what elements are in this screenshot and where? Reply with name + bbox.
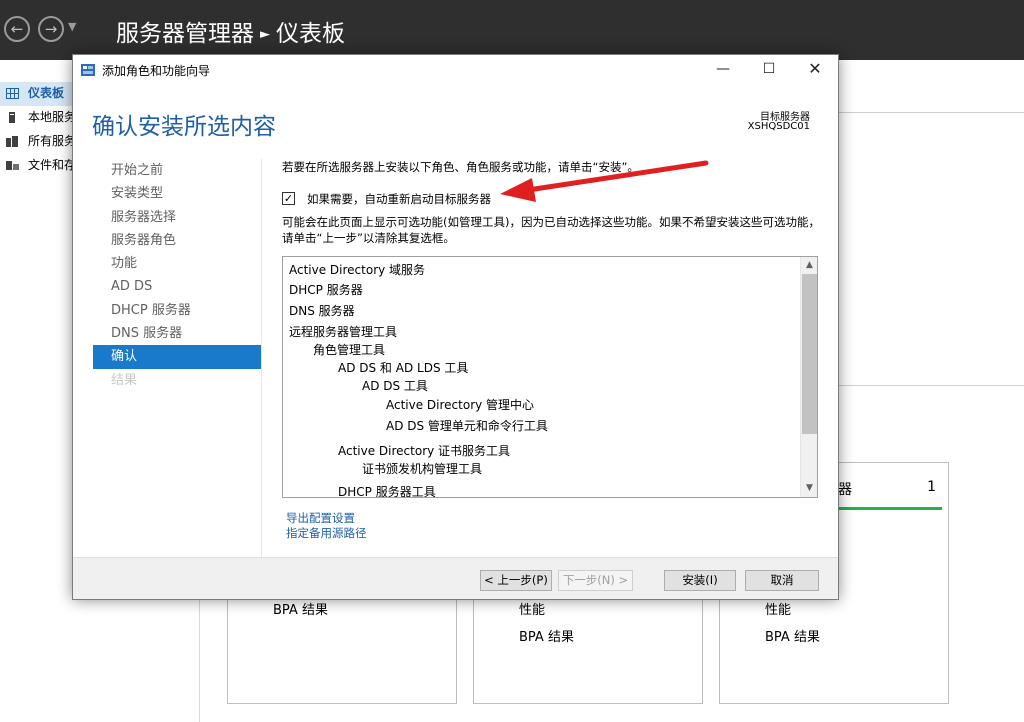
feature-item: 远程服务器管理工具 — [289, 325, 398, 339]
step-server-selection[interactable]: 服务器选择 — [93, 206, 261, 229]
tile-line[interactable]: 性能 — [765, 599, 791, 618]
feature-item: AD DS 管理单元和命令行工具 — [386, 419, 548, 433]
nav-history-dropdown-icon[interactable]: ▼ — [68, 20, 76, 33]
breadcrumb-separator-icon: ► — [260, 27, 270, 42]
servers-icon — [6, 136, 18, 147]
optional-features-note: 可能会在此页面上显示可选功能(如管理工具)，因为已自动选择这些功能。如果不希望安… — [282, 215, 820, 245]
close-button[interactable]: ✕ — [792, 55, 838, 85]
maximize-button[interactable]: ☐ — [746, 55, 792, 85]
dialog-titlebar[interactable]: 添加角色和功能向导 — ☐ ✕ — [73, 55, 838, 85]
feature-item: DHCP 服务器 — [289, 283, 363, 297]
intro-text: 若要在所选服务器上安装以下角色、角色服务或功能，请单击“安装”。 — [282, 160, 639, 174]
server-manager-header: ← → ▼ 服务器管理器 ► 仪表板 — [0, 0, 1024, 60]
app-title: 服务器管理器 — [116, 21, 254, 47]
forward-arrow-icon[interactable]: → — [38, 16, 64, 42]
next-button: 下一步(N) > — [558, 570, 633, 591]
tile-line[interactable]: BPA 结果 — [273, 599, 328, 618]
wizard-app-icon — [81, 64, 95, 76]
install-button[interactable]: 安装(I) — [664, 570, 736, 591]
feature-item: DHCP 服务器工具 — [338, 485, 436, 498]
features-list-content: Active Directory 域服务 DHCP 服务器 DNS 服务器 远程… — [289, 260, 799, 498]
scroll-down-icon[interactable]: ▼ — [801, 480, 817, 497]
tile-status-bar — [838, 507, 942, 510]
steps-divider — [261, 159, 262, 559]
cancel-button[interactable]: 取消 — [745, 570, 819, 591]
wizard-steps: 开始之前 安装类型 服务器选择 服务器角色 功能 AD DS DHCP 服务器 … — [93, 159, 261, 392]
feature-item: Active Directory 证书服务工具 — [338, 444, 511, 458]
step-ad-ds[interactable]: AD DS — [93, 275, 261, 298]
sidebar-item-label: 仪表板 — [28, 86, 65, 100]
step-features[interactable]: 功能 — [93, 252, 261, 275]
alternate-source-link[interactable]: 指定备用源路径 — [286, 526, 367, 541]
previous-button[interactable]: < 上一步(P) — [480, 570, 552, 591]
minimize-button[interactable]: — — [700, 55, 746, 85]
features-scrollbar[interactable]: ▲ ▼ — [800, 257, 817, 497]
feature-item: Active Directory 管理中心 — [386, 398, 535, 412]
step-installation-type[interactable]: 安装类型 — [93, 182, 261, 205]
step-dns-server[interactable]: DNS 服务器 — [93, 322, 261, 345]
storage-icon — [6, 161, 19, 170]
restart-checkbox-label[interactable]: 如果需要，自动重新启动目标服务器 — [307, 191, 491, 207]
tile-line[interactable]: BPA 结果 — [765, 626, 820, 645]
step-results: 结果 — [111, 372, 138, 388]
dialog-heading: 确认安装所选内容 — [92, 114, 276, 140]
dashboard-icon — [6, 88, 19, 99]
step-confirmation[interactable]: 确认 — [93, 345, 261, 369]
feature-item: DNS 服务器 — [289, 304, 355, 318]
dialog-title: 添加角色和功能向导 — [102, 64, 211, 78]
server-icon — [9, 112, 15, 123]
divider — [839, 112, 1024, 113]
add-roles-wizard-dialog: 添加角色和功能向导 — ☐ ✕ 确认安装所选内容 目标服务器 XSHQSDC01… — [72, 54, 839, 600]
feature-item: Active Directory 域服务 — [289, 263, 426, 277]
tile-count: 1 — [927, 479, 936, 495]
export-config-link[interactable]: 导出配置设置 — [286, 511, 367, 526]
back-arrow-icon[interactable]: ← — [4, 16, 30, 42]
target-server-value: XSHQSDC01 — [747, 121, 810, 132]
tile-name[interactable]: 器 — [838, 479, 852, 499]
feature-item: AD DS 工具 — [362, 379, 428, 393]
scrollbar-thumb[interactable] — [802, 274, 817, 434]
feature-item: 证书颁发机构管理工具 — [362, 462, 483, 476]
scroll-up-icon[interactable]: ▲ — [801, 257, 817, 274]
feature-item: AD DS 和 AD LDS 工具 — [338, 361, 469, 375]
step-dhcp-server[interactable]: DHCP 服务器 — [93, 299, 261, 322]
step-before-you-begin[interactable]: 开始之前 — [93, 159, 261, 182]
selected-features-list[interactable]: Active Directory 域服务 DHCP 服务器 DNS 服务器 远程… — [282, 256, 818, 498]
page-title: 服务器管理器 ► 仪表板 — [116, 14, 345, 48]
restart-checkbox[interactable]: ✓ — [282, 192, 295, 205]
config-links: 导出配置设置 指定备用源路径 — [286, 511, 367, 541]
feature-item: 角色管理工具 — [313, 343, 386, 357]
tile-line[interactable]: 性能 — [519, 599, 545, 618]
page-title-text: 仪表板 — [276, 21, 345, 47]
tile-line[interactable]: BPA 结果 — [519, 626, 574, 645]
welcome-panel — [838, 60, 1024, 386]
step-server-roles[interactable]: 服务器角色 — [93, 229, 261, 252]
dialog-footer: < 上一步(P) 下一步(N) > 安装(I) 取消 — [73, 557, 838, 599]
